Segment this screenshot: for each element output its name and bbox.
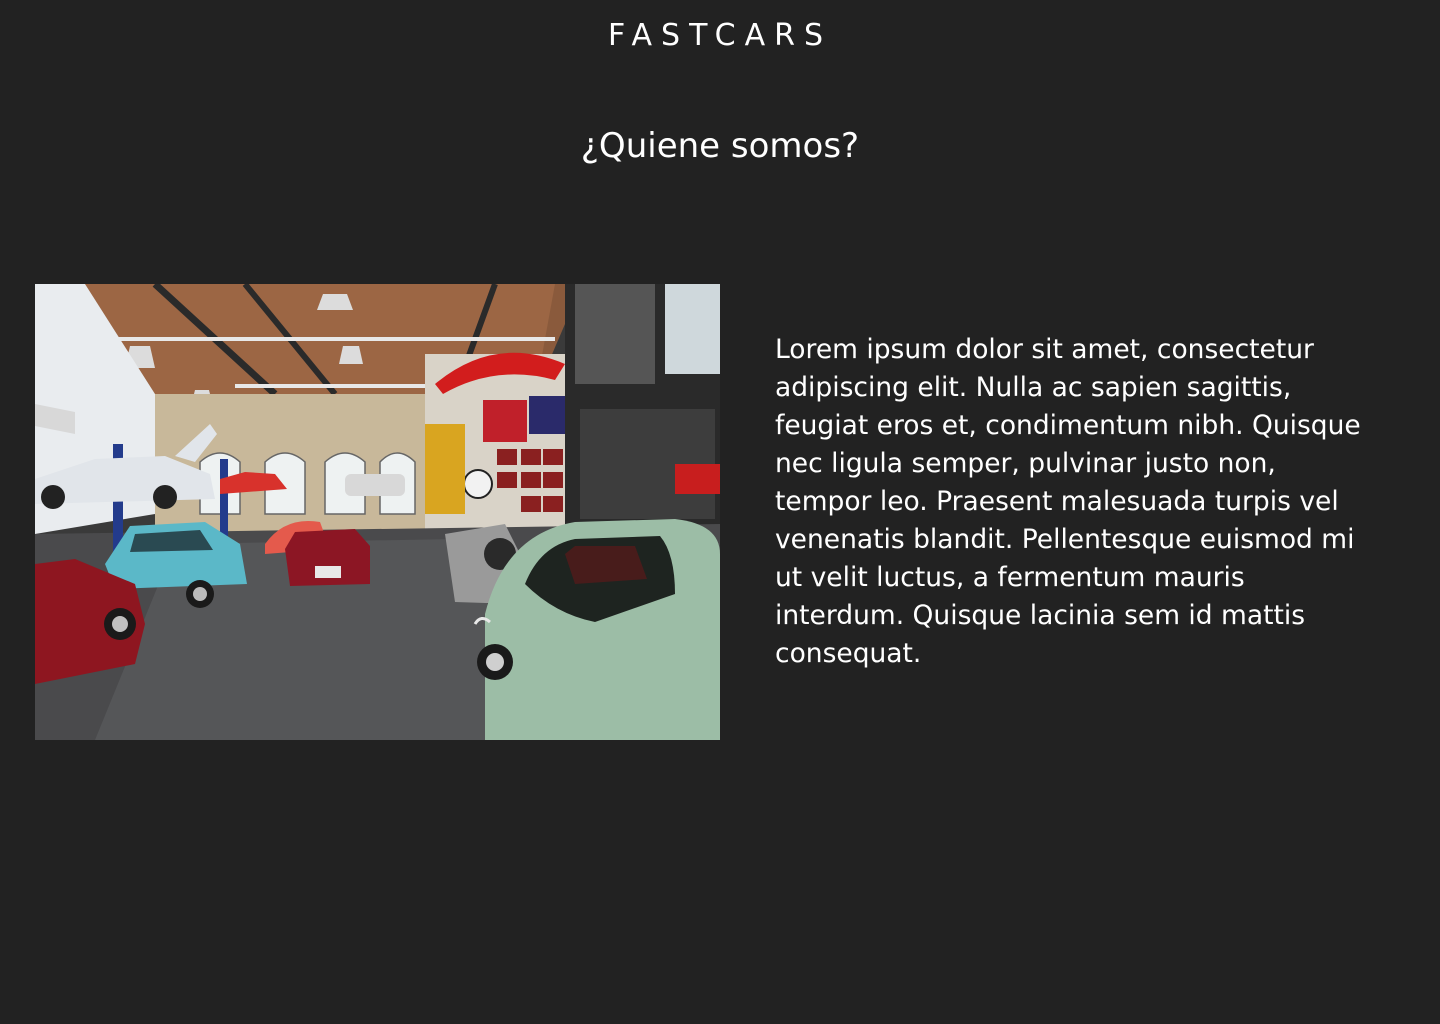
page: FASTCARS ¿Quiene somos? Lorem ipsum dolo… [0,0,1440,1024]
section-heading: ¿Quiene somos? [580,126,860,166]
about-description: Lorem ipsum dolor sit amet, consectetur … [775,334,1361,669]
garage-photo [35,284,720,740]
brand-logo[interactable]: FASTCARS [0,16,1440,56]
